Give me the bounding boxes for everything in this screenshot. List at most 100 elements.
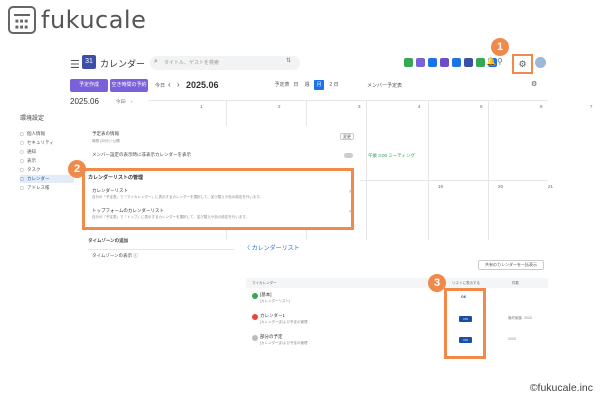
day-number[interactable]: 5 [480,104,483,109]
show-in-list-toggle[interactable]: ON [459,316,472,322]
today-button[interactable]: 今日 [155,82,165,89]
calendar-app-icon: 31 [82,55,96,69]
calendar-color-dot[interactable] [252,335,258,341]
settings-title: 環境設定 [20,116,45,122]
mini-calendar-today[interactable]: 今日 [116,99,125,105]
app-icon[interactable] [476,58,485,67]
calendar-row-title: [基本] [260,292,272,297]
calendar-color-dot[interactable] [252,314,258,320]
app-icon[interactable] [416,58,425,67]
app-icon[interactable] [428,58,437,67]
show-in-list-toggle[interactable]: OK [461,295,466,299]
member-toggle-label: メンバー設定の表示時に非表示カレンダーを表示 [92,152,191,157]
chevron-right-icon[interactable]: › [349,189,351,195]
day-number[interactable]: 7 [590,104,593,109]
calendar-row-meta: 2025 [508,337,516,341]
day-number[interactable]: 1 [200,104,203,109]
chevron-right-icon[interactable]: › [349,209,351,215]
day-number[interactable]: 6 [540,104,543,109]
mini-prev-icon[interactable]: ‹ [125,99,127,104]
app-icon[interactable] [464,58,473,67]
grid-line [366,100,367,240]
day-number[interactable]: 4 [418,104,421,109]
divider [88,249,234,250]
calendar-logo-icon: ■■■ ■■■ [8,6,36,34]
copyright: ©fukucale.inc [529,382,593,394]
prev-icon[interactable]: ‹ [168,80,171,89]
calendar-settings-icon[interactable]: ⚙ [531,80,537,88]
hamburger-menu-icon[interactable]: ☰ [70,58,80,71]
app-icon[interactable] [440,58,449,67]
manage-section-title: カレンダーリストの管理 [88,175,144,181]
tab-schedule[interactable]: 予定表 [274,80,290,90]
calendar-list-back-title[interactable]: 〈 カレンダーリスト [244,243,300,252]
create-event-button[interactable]: 予定作成 [70,79,108,92]
filter-icon[interactable]: ⇅ [286,57,291,64]
tab-more[interactable]: 2 日 [326,80,342,90]
logo-text: fukucale [41,6,147,34]
default-schedule-value: 時間 (30分) / 公開 [92,139,120,143]
calendar-list-row-sub: 自分の「予定表」で「マイカレンダー」に表示するカレンダーを選択して、並び替えや色… [92,195,263,199]
search-icon: ⌕ [154,58,158,65]
sidebar-item[interactable]: タスク [20,166,74,174]
tab-month[interactable]: 月 [314,80,324,90]
day-number[interactable]: 2 [278,104,281,109]
default-schedule-label: 予定表の情報 [92,131,119,136]
callout-3: 3 [428,274,446,292]
booking-button[interactable]: 空き時間の予約 [110,79,148,92]
grid-line [488,100,489,240]
search-input[interactable]: タイトル、ゲストを検索 [150,56,300,70]
calendar-list-header [246,278,548,288]
top-form-row-sub: 自分の「予定表」で「トップ」に表示するカレンダーを選択して、並び替えや色の設定を… [92,215,249,219]
callout-1: 1 [491,38,509,56]
bulk-show-button[interactable]: 共有のカレンダーを一括表示 [478,260,544,270]
calendar-row-meta: 最終編集: 2025 [508,316,532,320]
tab-day[interactable]: 日 [291,80,301,90]
calendar-row-title: 部分の予定 [260,334,283,339]
sidebar-item[interactable]: 通知 [20,148,74,156]
avatar[interactable] [535,57,546,68]
current-date: 2025.06 [186,80,219,90]
app-icon[interactable] [452,58,461,67]
header-count: 件数 [512,281,519,285]
calendar-color-dot[interactable] [252,293,258,299]
calendar-row-sub: [カレンダー]および予定の管理 [260,341,308,345]
app-switcher[interactable] [404,58,497,67]
sidebar-item[interactable]: セキュリティ [20,139,74,147]
grid-line [428,100,429,240]
people-icon[interactable]: ⚲ [497,57,503,66]
brand-logo: ■■■ ■■■ fukucale [8,6,146,34]
day-number[interactable]: 19 [438,184,443,189]
settings-button[interactable]: ⚙ [512,54,533,74]
sidebar-item[interactable]: アドレス帳 [20,184,74,192]
timezone-label: タイムゾーンの表示 ⓘ [92,253,138,258]
next-icon[interactable]: › [177,80,180,89]
day-number[interactable]: 20 [498,184,503,189]
member-schedule-link[interactable]: メンバー予定表 [367,82,402,89]
calendar-event[interactable]: 午後 3:00 ミーティング [368,153,415,159]
change-button[interactable]: 変更 [340,133,354,140]
app-title: カレンダー [100,59,146,69]
sidebar-item[interactable]: カレンダー [20,175,74,183]
calendar-row-sub: [カレンダー]および予定の管理 [260,320,308,324]
member-toggle[interactable] [344,153,353,158]
calendar-row-title: カレンダー1 [260,313,286,318]
mini-next-icon[interactable]: › [131,99,133,104]
day-number[interactable]: 21 [548,184,553,189]
bell-icon[interactable]: 🔔 [486,57,496,66]
sidebar-item[interactable]: 個人情報 [20,130,74,138]
header-my-calendar: マイカレンダー [252,281,277,285]
day-number[interactable]: 3 [358,104,361,109]
gear-icon: ⚙ [518,59,527,69]
tab-week[interactable]: 週 [302,80,312,90]
show-in-list-toggle[interactable]: ON [459,337,472,343]
callout-2: 2 [68,160,86,178]
header-show-in-list: リストに表示する [452,281,480,285]
timezone-title: タイムゾーンの追加 [88,238,129,243]
mini-calendar-month: 2025.06 [70,97,99,106]
sidebar-item[interactable]: 表示 [20,157,74,165]
app-icon[interactable] [404,58,413,67]
calendar-row-sub: [カレンダーリスト] [260,299,290,303]
top-form-row-title[interactable]: トップフォームのカレンダーリスト [92,208,164,214]
calendar-list-row-title[interactable]: カレンダーリスト [92,188,128,194]
